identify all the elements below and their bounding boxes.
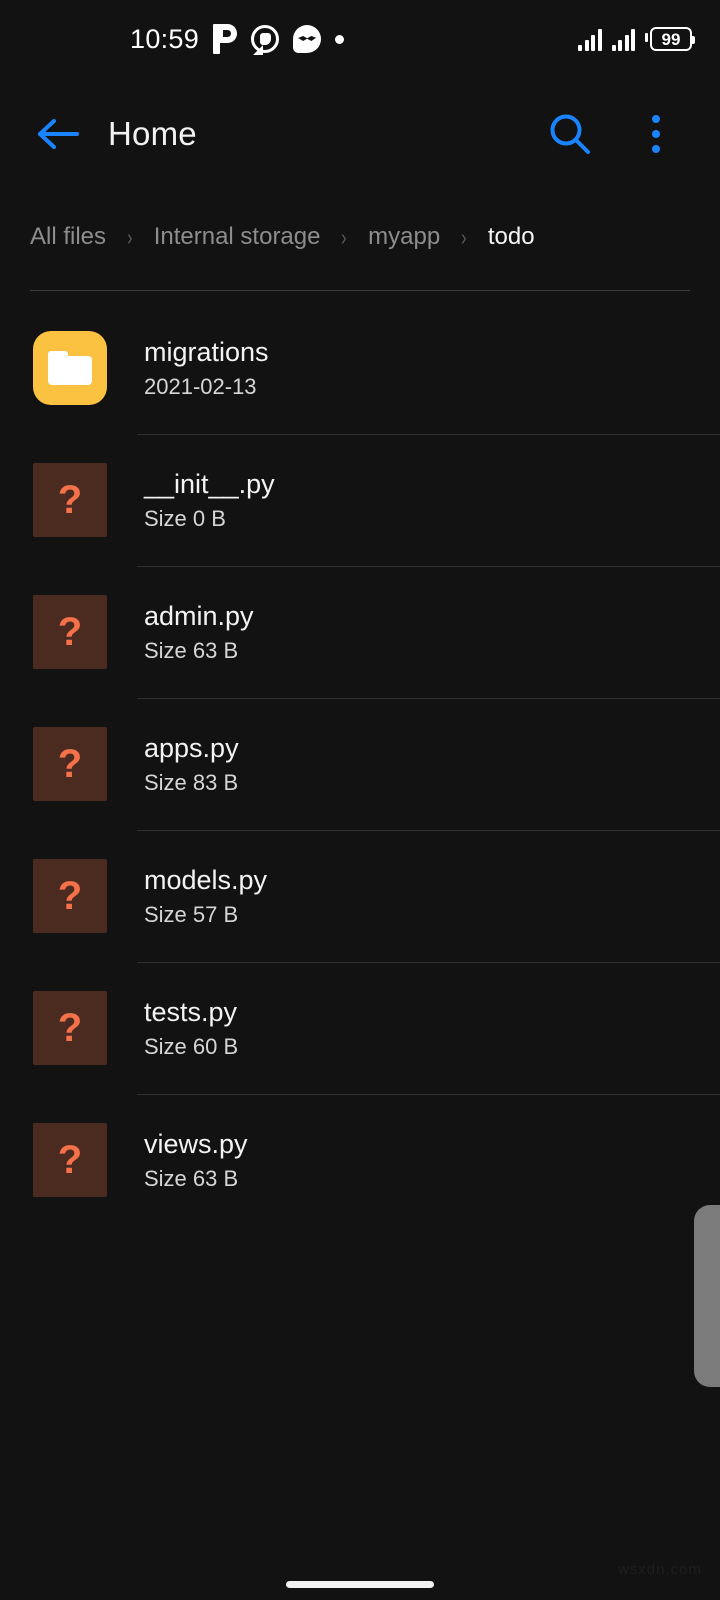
breadcrumb-separator-icon: › <box>461 223 467 250</box>
battery-level-label: 99 <box>661 29 681 49</box>
list-item-name: __init__.py <box>144 468 275 499</box>
question-mark-icon: ? <box>57 478 83 522</box>
phone-screen: 10:59 99 Home All files › Internal stora… <box>0 0 720 1600</box>
page-title: Home <box>108 115 197 152</box>
list-item-name: admin.py <box>144 600 254 631</box>
list-item-text: models.py Size 57 B <box>144 864 268 928</box>
list-item-name: apps.py <box>144 732 239 763</box>
list-item[interactable]: ? tests.py Size 60 B <box>0 962 720 1094</box>
more-vertical-icon <box>652 115 660 153</box>
whatsapp-icon <box>251 25 280 53</box>
question-mark-icon: ? <box>57 742 83 786</box>
list-item[interactable]: ? __init__.py Size 0 B <box>0 434 720 566</box>
paytm-icon <box>213 24 238 54</box>
app-bar: Home <box>0 92 720 176</box>
list-item-name: models.py <box>144 864 268 895</box>
list-item-subtitle: Size 57 B <box>144 902 239 928</box>
breadcrumb-separator-icon: › <box>127 223 133 250</box>
status-bar-left: 10:59 <box>130 23 345 55</box>
unknown-file-icon: ? <box>33 463 107 537</box>
file-list: migrations 2021-02-13 ? __init__.py Size… <box>0 302 720 1226</box>
list-item[interactable]: ? models.py Size 57 B <box>0 830 720 962</box>
overflow-menu-button[interactable] <box>628 106 684 162</box>
list-item-subtitle: Size 63 B <box>144 638 239 664</box>
list-item-text: migrations 2021-02-13 <box>144 336 269 400</box>
dot-icon <box>335 34 345 44</box>
list-item[interactable]: ? apps.py Size 83 B <box>0 698 720 830</box>
question-mark-icon: ? <box>57 610 83 654</box>
list-item-subtitle: Size 83 B <box>144 770 239 796</box>
list-item-text: views.py Size 63 B <box>144 1128 248 1192</box>
status-bar-clock: 10:59 <box>130 23 200 54</box>
status-bar-right: 99 <box>578 27 695 51</box>
list-item[interactable]: migrations 2021-02-13 <box>0 302 720 434</box>
search-icon <box>550 114 590 154</box>
status-bar: 10:59 99 <box>0 0 720 78</box>
question-mark-icon: ? <box>57 1138 83 1182</box>
breadcrumb-item-myapp[interactable]: myapp <box>368 223 440 251</box>
question-mark-icon: ? <box>57 874 83 918</box>
list-item-subtitle: Size 0 B <box>144 506 226 532</box>
list-item[interactable]: ? admin.py Size 63 B <box>0 566 720 698</box>
battery-indicator: 99 <box>645 27 695 51</box>
signal-bars-sim1-icon <box>578 27 602 51</box>
folder-icon <box>33 331 107 405</box>
question-mark-icon: ? <box>57 1006 83 1050</box>
home-indicator[interactable] <box>286 1581 434 1588</box>
unknown-file-icon: ? <box>33 859 107 933</box>
unknown-file-icon: ? <box>33 727 107 801</box>
messenger-icon <box>293 25 322 53</box>
list-item-name: tests.py <box>144 996 238 1027</box>
list-item-text: __init__.py Size 0 B <box>144 468 275 532</box>
breadcrumb: All files › Internal storage › myapp › t… <box>30 214 690 260</box>
list-item-subtitle: Size 60 B <box>144 1034 239 1060</box>
list-item-text: tests.py Size 60 B <box>144 996 239 1060</box>
list-item-subtitle: 2021-02-13 <box>144 374 257 400</box>
signal-bars-sim2-icon <box>611 27 635 51</box>
breadcrumb-item-all-files[interactable]: All files <box>30 223 106 251</box>
back-button[interactable] <box>30 106 86 162</box>
breadcrumb-divider <box>30 290 690 291</box>
scrollbar-handle[interactable] <box>694 1205 720 1387</box>
list-item-name: views.py <box>144 1128 248 1159</box>
unknown-file-icon: ? <box>33 1123 107 1197</box>
breadcrumb-item-internal-storage[interactable]: Internal storage <box>154 223 321 251</box>
list-item[interactable]: ? views.py Size 63 B <box>0 1094 720 1226</box>
list-item-name: migrations <box>144 336 269 367</box>
arrow-left-icon <box>38 119 79 149</box>
unknown-file-icon: ? <box>33 595 107 669</box>
watermark: wsxdn.com <box>617 1561 702 1578</box>
breadcrumb-item-todo[interactable]: todo <box>488 223 535 251</box>
list-item-text: apps.py Size 83 B <box>144 732 239 796</box>
list-item-text: admin.py Size 63 B <box>144 600 254 664</box>
search-button[interactable] <box>542 106 598 162</box>
breadcrumb-separator-icon: › <box>341 223 348 250</box>
battery-bolt-icon <box>645 33 648 42</box>
list-item-subtitle: Size 63 B <box>144 1166 239 1192</box>
battery-icon: 99 <box>650 27 695 51</box>
unknown-file-icon: ? <box>33 991 107 1065</box>
app-bar-actions <box>542 106 684 162</box>
